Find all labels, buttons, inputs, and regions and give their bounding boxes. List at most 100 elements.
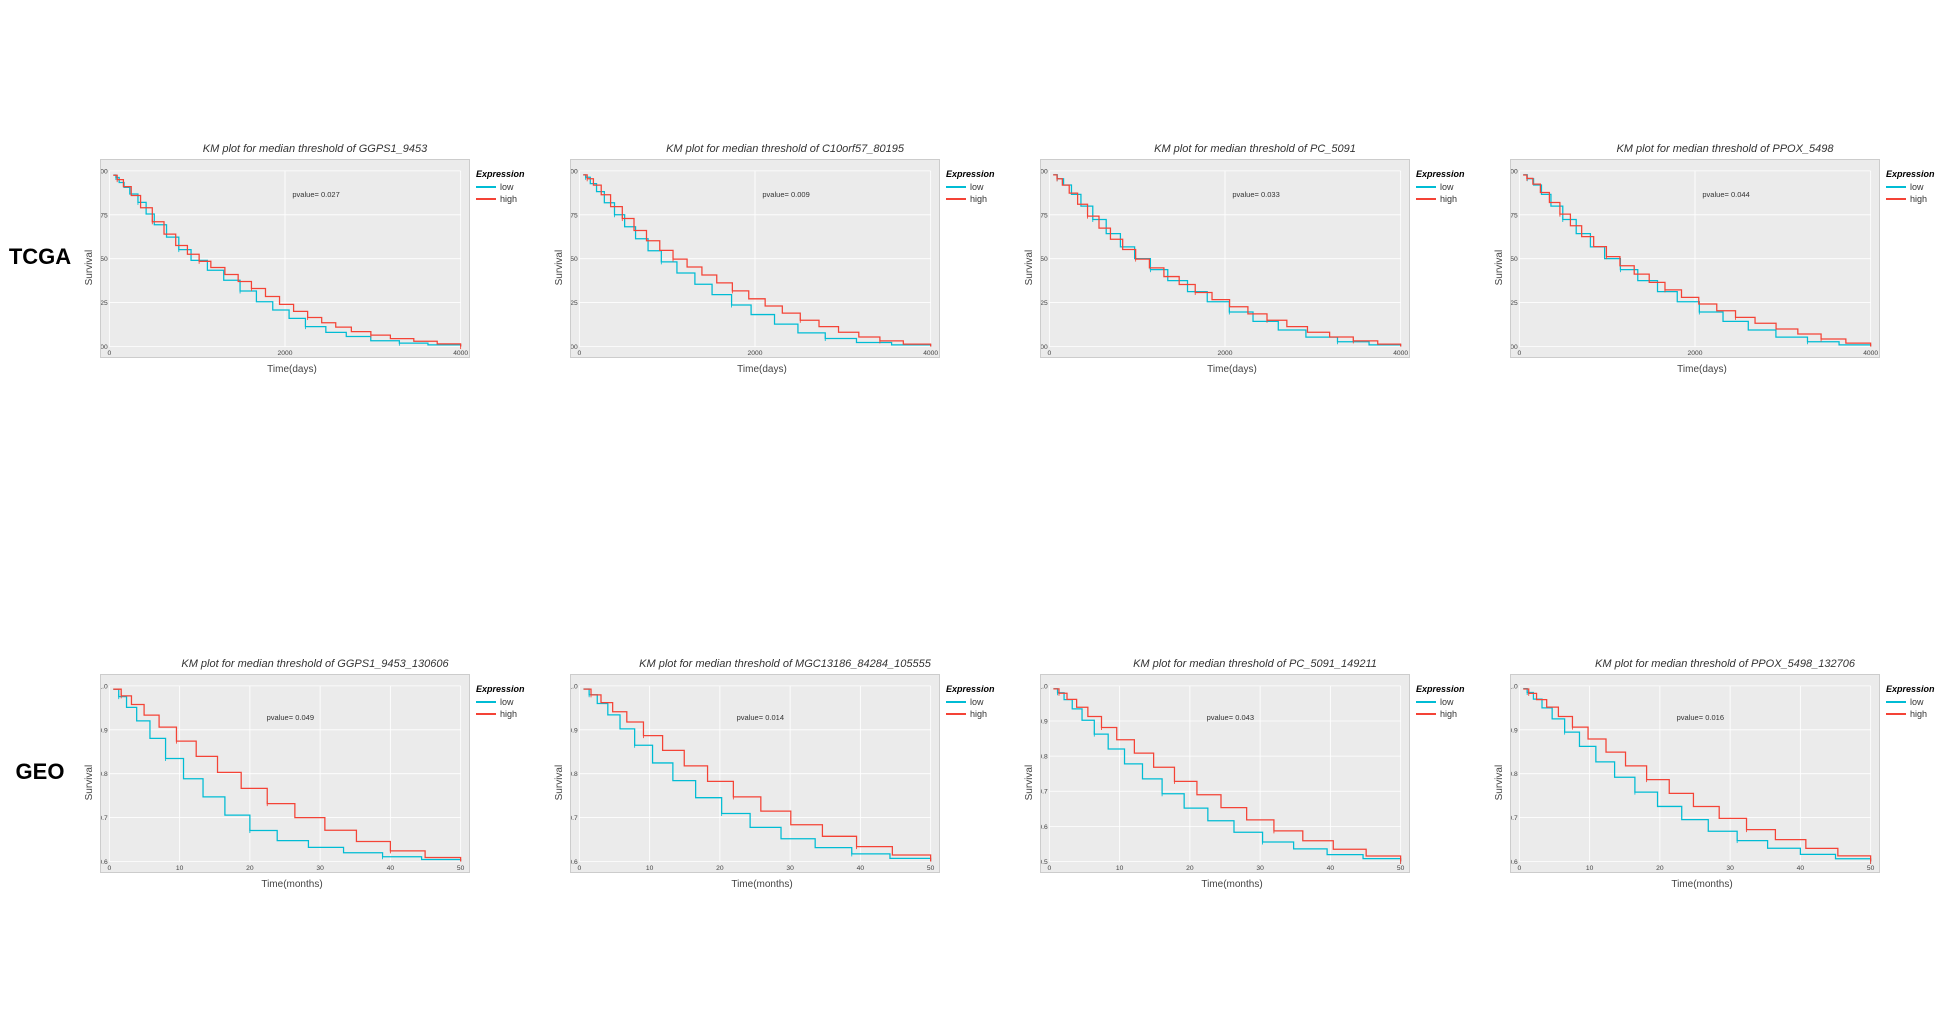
svg-text:40: 40	[387, 864, 395, 871]
y-axis-label: Survival	[1494, 159, 1508, 375]
main-container: TCGAKM plot for median threshold of GGPS…	[0, 0, 1960, 1029]
svg-text:30: 30	[1726, 864, 1734, 871]
svg-text:10: 10	[176, 864, 184, 871]
svg-text:4000: 4000	[923, 350, 938, 357]
plot-area: Survival0.60.70.80.91.001020304050pvalue…	[1494, 674, 1956, 890]
svg-text:1.00: 1.00	[571, 168, 578, 175]
svg-text:0.7: 0.7	[571, 815, 578, 822]
chart-wrapper: 0.60.70.80.91.001020304050pvalue= 0.049	[100, 674, 470, 873]
x-axis-area: Time(days)	[1054, 362, 1410, 375]
legend-title: Expression	[1416, 684, 1486, 694]
chart-legend-wrapper: 0.60.70.80.91.001020304050pvalue= 0.049E…	[100, 674, 546, 890]
plots-row: KM plot for median threshold of GGPS1_94…	[80, 135, 1960, 379]
svg-text:0: 0	[577, 864, 581, 871]
svg-text:1.0: 1.0	[101, 683, 108, 690]
legend-item-high: high	[1416, 709, 1486, 719]
svg-text:pvalue= 0.043: pvalue= 0.043	[1207, 712, 1254, 721]
y-axis-label: Survival	[84, 674, 98, 890]
plot-title: KM plot for median threshold of GGPS1_94…	[181, 658, 448, 670]
plot-title: KM plot for median threshold of PPOX_549…	[1616, 143, 1833, 155]
chart-legend-wrapper: 0.000.250.500.751.00020004000pvalue= 0.0…	[100, 159, 546, 375]
x-axis-area: Time(months)	[114, 877, 470, 890]
svg-text:0.75: 0.75	[571, 212, 578, 219]
svg-text:10: 10	[1586, 864, 1594, 871]
svg-text:10: 10	[646, 864, 654, 871]
svg-text:4000: 4000	[1393, 350, 1408, 357]
plot-title: KM plot for median threshold of PPOX_549…	[1595, 658, 1855, 670]
svg-text:40: 40	[1797, 864, 1805, 871]
svg-text:10: 10	[1116, 864, 1124, 871]
svg-text:50: 50	[457, 864, 465, 871]
x-axis-label: Time(months)	[731, 879, 792, 890]
plot-0-2: KM plot for median threshold of PC_5091S…	[1020, 135, 1490, 379]
plots-row: KM plot for median threshold of GGPS1_94…	[80, 650, 1960, 894]
svg-text:40: 40	[1327, 864, 1335, 871]
x-axis-label: Time(days)	[1207, 364, 1257, 375]
legend-item-low: low	[1886, 182, 1956, 192]
chart-legend-wrapper: 0.50.60.70.80.91.001020304050pvalue= 0.0…	[1040, 674, 1486, 890]
legend-item-low: low	[1416, 697, 1486, 707]
plot-1-3: KM plot for median threshold of PPOX_549…	[1490, 650, 1960, 894]
svg-text:0.25: 0.25	[1511, 300, 1518, 307]
plot-0-3: KM plot for median threshold of PPOX_549…	[1490, 135, 1960, 379]
x-axis-label: Time(days)	[737, 364, 787, 375]
svg-text:1.00: 1.00	[1041, 168, 1048, 175]
svg-text:0: 0	[1517, 864, 1521, 871]
y-axis-label: Survival	[554, 159, 568, 375]
legend-item-low: low	[1886, 697, 1956, 707]
x-axis-area: Time(months)	[1054, 877, 1410, 890]
svg-text:0.7: 0.7	[1511, 815, 1518, 822]
svg-text:0.8: 0.8	[101, 771, 108, 778]
legend-box: Expressionlowhigh	[946, 674, 1016, 873]
chart-legend-wrapper: 0.000.250.500.751.00020004000pvalue= 0.0…	[1040, 159, 1486, 375]
x-axis-area: Time(months)	[1524, 877, 1880, 890]
plot-area: Survival0.000.250.500.751.00020004000pva…	[84, 159, 546, 375]
svg-text:pvalue= 0.033: pvalue= 0.033	[1232, 190, 1279, 199]
svg-text:0.75: 0.75	[101, 212, 108, 219]
y-axis-label: Survival	[554, 674, 568, 890]
x-axis-label: Time(days)	[267, 364, 317, 375]
svg-text:0.8: 0.8	[1511, 771, 1518, 778]
legend-title: Expression	[946, 684, 1016, 694]
legend-item-high: high	[476, 194, 546, 204]
svg-text:0.25: 0.25	[101, 300, 108, 307]
svg-text:0.50: 0.50	[1511, 256, 1518, 263]
plot-area: Survival0.60.70.80.91.001020304050pvalue…	[554, 674, 1016, 890]
svg-text:pvalue= 0.009: pvalue= 0.009	[762, 190, 809, 199]
svg-text:pvalue= 0.044: pvalue= 0.044	[1702, 190, 1749, 199]
svg-text:0: 0	[107, 350, 111, 357]
svg-text:0.25: 0.25	[1041, 300, 1048, 307]
x-axis-label: Time(months)	[1671, 879, 1732, 890]
svg-text:0.8: 0.8	[571, 771, 578, 778]
svg-text:0.7: 0.7	[1041, 788, 1048, 795]
legend-label-low: low	[500, 697, 514, 707]
chart-wrapper: 0.000.250.500.751.00020004000pvalue= 0.0…	[100, 159, 470, 358]
svg-text:30: 30	[786, 864, 794, 871]
plot-0-0: KM plot for median threshold of GGPS1_94…	[80, 135, 550, 379]
plot-1-0: KM plot for median threshold of GGPS1_94…	[80, 650, 550, 894]
svg-text:40: 40	[857, 864, 865, 871]
legend-item-low: low	[476, 182, 546, 192]
legend-item-high: high	[476, 709, 546, 719]
legend-box: Expression low high	[946, 159, 1016, 358]
plot-title: KM plot for median threshold of GGPS1_94…	[203, 143, 427, 155]
legend-label-high: high	[1910, 194, 1927, 204]
legend-box: Expressionlowhigh	[1416, 159, 1486, 358]
legend-item-high: high	[1886, 194, 1956, 204]
svg-text:1.0: 1.0	[1511, 683, 1518, 690]
legend-item-high: high	[946, 194, 1016, 204]
legend-label-low: low	[1440, 697, 1454, 707]
svg-text:pvalue= 0.027: pvalue= 0.027	[292, 190, 339, 199]
chart-wrapper: 0.000.250.500.751.00020004000pvalue= 0.0…	[1510, 159, 1880, 358]
svg-text:2000: 2000	[748, 350, 763, 357]
plot-0-1: KM plot for median threshold of C10orf57…	[550, 135, 1020, 379]
plot-title: KM plot for median threshold of C10orf57…	[666, 143, 904, 155]
svg-text:50: 50	[927, 864, 935, 871]
legend-title: Expression	[946, 169, 1016, 179]
plot-area: Survival0.000.250.500.751.00020004000pva…	[1494, 159, 1956, 375]
legend-item-low: low	[946, 182, 1016, 192]
svg-text:pvalue= 0.049: pvalue= 0.049	[267, 712, 314, 721]
svg-text:0.6: 0.6	[1041, 823, 1048, 830]
chart-legend-wrapper: 0.60.70.80.91.001020304050pvalue= 0.016E…	[1510, 674, 1956, 890]
svg-text:pvalue= 0.014: pvalue= 0.014	[737, 712, 784, 721]
